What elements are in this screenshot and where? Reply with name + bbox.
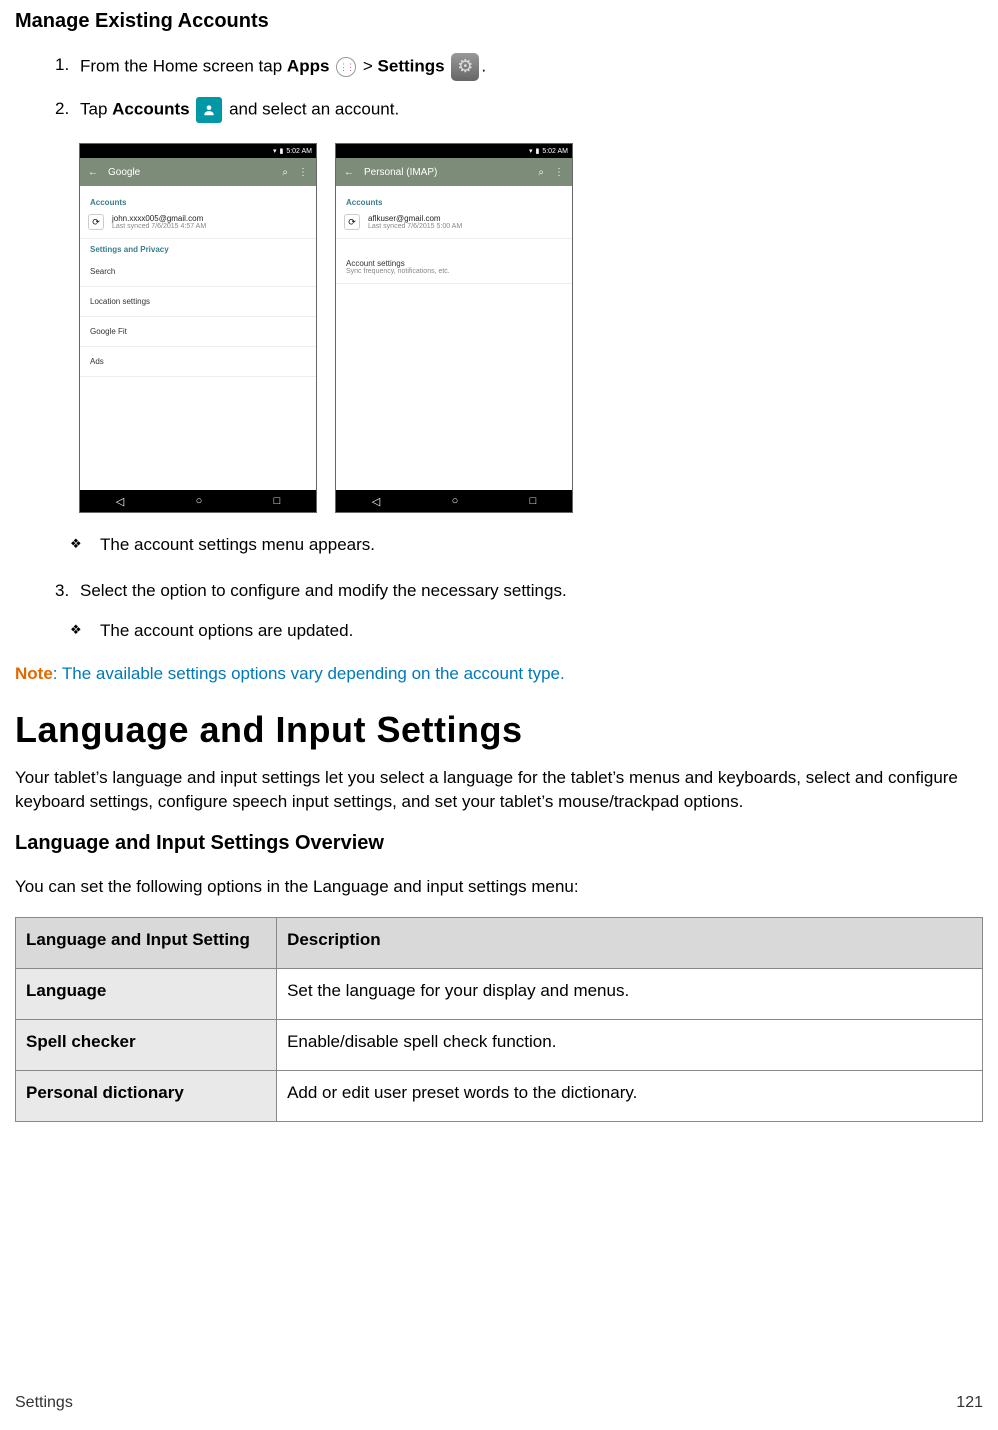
account-email: aflkuser@gmail.com	[368, 214, 462, 223]
table-header-description: Description	[277, 917, 983, 968]
step-2: Tap Accounts and select an account.	[55, 97, 983, 123]
search-icon: ⌕	[538, 167, 544, 178]
step1-prefix: From the Home screen tap	[80, 56, 287, 75]
footer-page-number: 121	[956, 1394, 983, 1412]
overflow-icon: ⋮	[554, 167, 564, 178]
phone-status-bar: ▾ ▮ 5:02 AM	[80, 144, 316, 158]
status-time: 5:02 AM	[542, 148, 568, 155]
nav-back-icon: ◁	[116, 495, 124, 508]
phone-content: Accounts ⟳ john.xxxx005@gmail.com Last s…	[80, 186, 316, 490]
nav-home-icon: ○	[196, 495, 203, 507]
cell-description: Enable/disable spell check function.	[277, 1019, 983, 1070]
list-item: Search	[80, 257, 316, 287]
overflow-icon: ⋮	[298, 167, 308, 178]
section-accounts-label: Accounts	[336, 192, 572, 210]
nav-back-icon: ◁	[372, 495, 380, 508]
section-privacy-label: Settings and Privacy	[80, 239, 316, 257]
list-item: Ads	[80, 347, 316, 377]
cell-description: Set the language for your display and me…	[277, 968, 983, 1019]
step-3: Select the option to configure and modif…	[55, 579, 983, 603]
wifi-icon: ▾	[529, 147, 533, 155]
account-row: ⟳ aflkuser@gmail.com Last synced 7/6/201…	[336, 210, 572, 239]
apps-icon	[336, 57, 356, 77]
account-row: ⟳ john.xxxx005@gmail.com Last synced 7/6…	[80, 210, 316, 239]
step1-settings: Settings	[378, 56, 445, 75]
status-time: 5:02 AM	[286, 148, 312, 155]
cell-setting: Personal dictionary	[16, 1070, 277, 1121]
back-icon: ←	[88, 167, 98, 178]
table-row: Personal dictionary Add or edit user pre…	[16, 1070, 983, 1121]
step1-gt: >	[358, 56, 377, 75]
row-sub: Sync frequency, notifications, etc.	[346, 268, 562, 275]
account-email: john.xxxx005@gmail.com	[112, 214, 206, 223]
account-sync: Last synced 7/6/2015 4:57 AM	[112, 223, 206, 230]
result-bullet-2: The account options are updated.	[70, 619, 983, 643]
phone-content: Accounts ⟳ aflkuser@gmail.com Last synce…	[336, 186, 572, 490]
note-line: Note: The available settings options var…	[15, 664, 983, 684]
step2-accounts: Accounts	[112, 99, 189, 118]
heading-language-input: Language and Input Settings	[15, 709, 983, 751]
step-1: From the Home screen tap Apps > Settings…	[55, 53, 983, 81]
appbar-title: Personal (IMAP)	[364, 167, 437, 178]
step1-suffix: .	[481, 56, 486, 75]
appbar-title: Google	[108, 167, 140, 178]
cell-setting: Language	[16, 968, 277, 1019]
nav-recent-icon: □	[530, 495, 537, 507]
step2-suffix: and select an account.	[229, 99, 399, 118]
heading-overview: Language and Input Settings Overview	[15, 832, 983, 855]
page-footer: Settings 121	[15, 1394, 983, 1412]
note-label: Note	[15, 664, 53, 683]
table-row: Spell checker Enable/disable spell check…	[16, 1019, 983, 1070]
sync-icon: ⟳	[344, 214, 360, 230]
table-header-setting: Language and Input Setting	[16, 917, 277, 968]
step2-prefix: Tap	[80, 99, 112, 118]
section-heading-manage: Manage Existing Accounts	[15, 10, 983, 33]
phone-screenshot-imap: ▾ ▮ 5:02 AM ← Personal (IMAP) ⌕ ⋮ Accoun…	[335, 143, 573, 513]
list-item: Location settings	[80, 287, 316, 317]
table-row: Language Set the language for your displ…	[16, 968, 983, 1019]
phone-app-bar: ← Personal (IMAP) ⌕ ⋮	[336, 158, 572, 186]
wifi-icon: ▾	[273, 147, 277, 155]
phone-nav-bar: ◁ ○ □	[336, 490, 572, 512]
accounts-icon	[196, 97, 222, 123]
overview-paragraph: You can set the following options in the…	[15, 875, 983, 899]
result-bullet-1: The account settings menu appears.	[70, 533, 983, 557]
account-sync: Last synced 7/6/2015 5:00 AM	[368, 223, 462, 230]
section-accounts-label: Accounts	[80, 192, 316, 210]
settings-table: Language and Input Setting Description L…	[15, 917, 983, 1122]
cell-setting: Spell checker	[16, 1019, 277, 1070]
note-text: : The available settings options vary de…	[53, 664, 565, 683]
battery-icon: ▮	[535, 147, 539, 155]
nav-recent-icon: □	[274, 495, 281, 507]
sync-icon: ⟳	[88, 214, 104, 230]
step1-apps: Apps	[287, 56, 330, 75]
battery-icon: ▮	[279, 147, 283, 155]
nav-home-icon: ○	[452, 495, 459, 507]
back-icon: ←	[344, 167, 354, 178]
screenshots-row: ▾ ▮ 5:02 AM ← Google ⌕ ⋮ Accounts ⟳ john…	[79, 143, 983, 513]
phone-nav-bar: ◁ ○ □	[80, 490, 316, 512]
cell-description: Add or edit user preset words to the dic…	[277, 1070, 983, 1121]
footer-section: Settings	[15, 1394, 73, 1412]
phone-app-bar: ← Google ⌕ ⋮	[80, 158, 316, 186]
account-settings-row: Account settings Sync frequency, notific…	[336, 253, 572, 284]
phone-screenshot-google: ▾ ▮ 5:02 AM ← Google ⌕ ⋮ Accounts ⟳ john…	[79, 143, 317, 513]
settings-icon: ⚙	[451, 53, 479, 81]
row-title: Account settings	[346, 259, 562, 268]
intro-paragraph: Your tablet’s language and input setting…	[15, 766, 983, 814]
search-icon: ⌕	[282, 167, 288, 178]
phone-status-bar: ▾ ▮ 5:02 AM	[336, 144, 572, 158]
list-item: Google Fit	[80, 317, 316, 347]
